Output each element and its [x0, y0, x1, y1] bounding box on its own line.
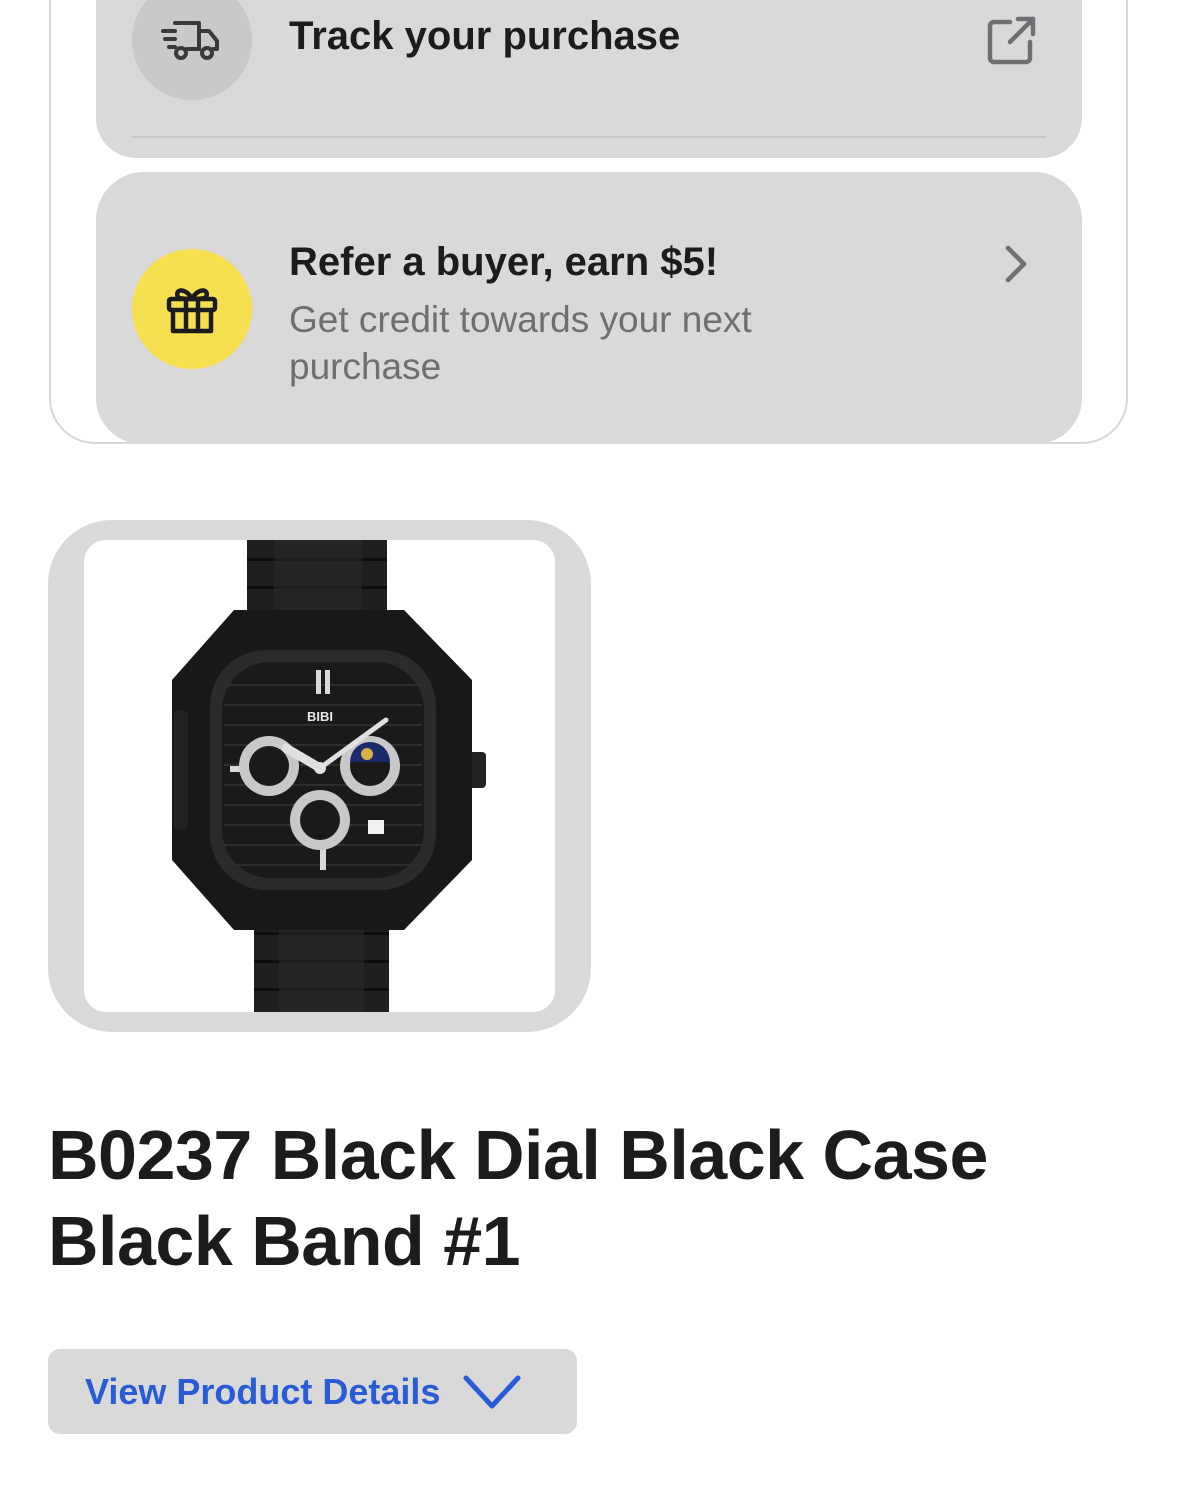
chevron-down-icon [463, 1375, 521, 1408]
refer-title: Refer a buyer, earn $5! [289, 240, 719, 284]
watch-product-image[interactable]: BIBI [84, 540, 555, 1012]
product-image-frame[interactable]: BIBI [48, 520, 591, 1032]
view-product-details-label: View Product Details [85, 1370, 441, 1412]
chevron-right-icon [1005, 245, 1027, 283]
track-purchase-row[interactable]: Track your purchase [96, 0, 1082, 158]
product-title: B0237 Black Dial Black Case Black Band #… [48, 1116, 988, 1280]
gift-icon [132, 249, 252, 369]
delivery-truck-icon [132, 0, 252, 100]
refer-subtitle: Get credit towards your next purchase [289, 299, 752, 387]
refer-buyer-row[interactable]: Refer a buyer, earn $5! Get credit towar… [96, 172, 1082, 444]
external-link-icon[interactable] [984, 14, 1038, 68]
view-product-details-button[interactable]: View Product Details [48, 1349, 577, 1434]
dial-brand-text: BIBI [307, 709, 333, 724]
track-purchase-label: Track your purchase [289, 14, 681, 58]
row-divider [132, 136, 1046, 138]
